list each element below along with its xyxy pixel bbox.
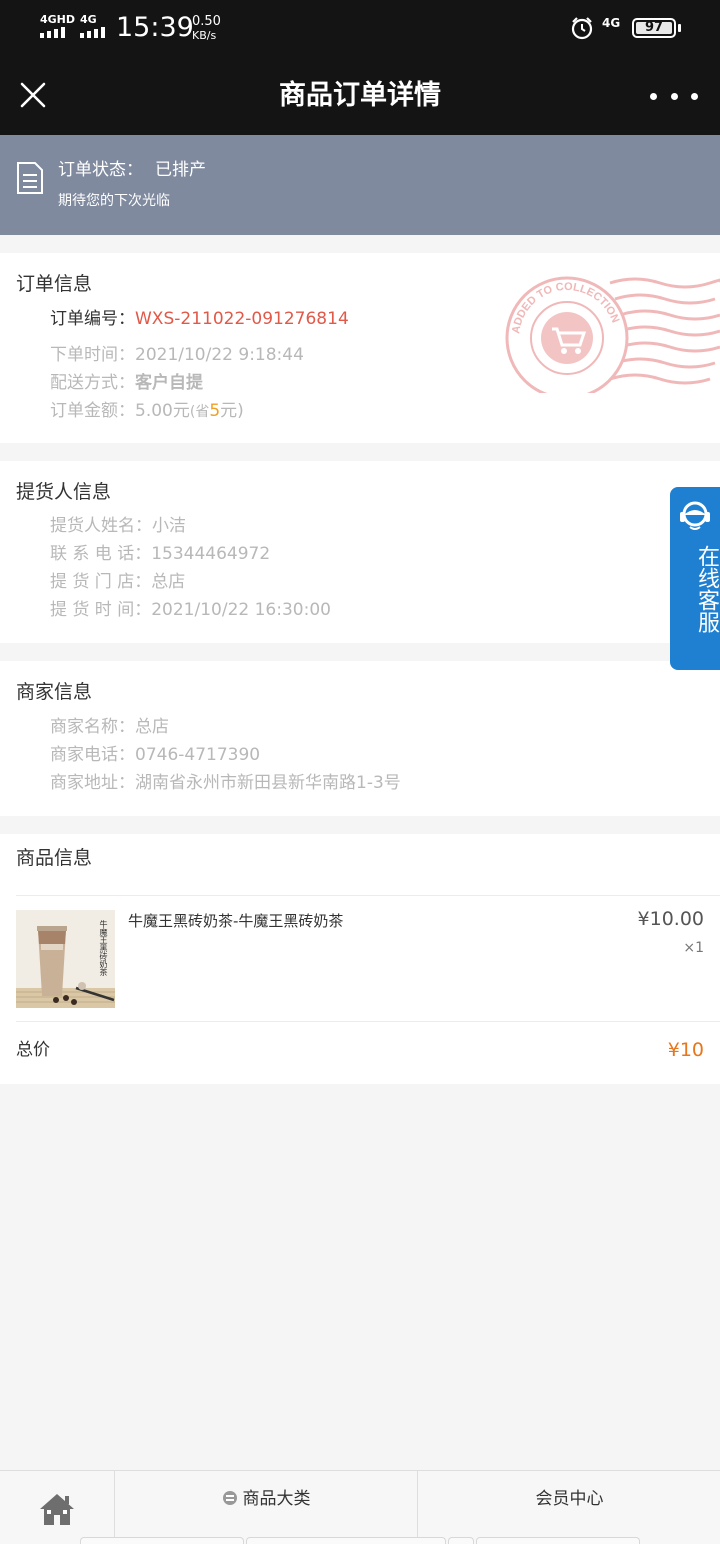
merchant-name-label: 商家名称： xyxy=(50,717,135,737)
pickup-name-label: 提货人姓名： xyxy=(50,516,152,536)
order-number-label: 订单编号： xyxy=(50,309,135,329)
save-suffix: 元) xyxy=(220,401,244,421)
delivery-label: 配送方式： xyxy=(50,373,135,393)
merchant-name-row: 商家名称：总店 xyxy=(50,716,169,738)
pickup-name: 小洁 xyxy=(152,516,186,536)
battery-icon: 97 xyxy=(632,18,676,38)
network-indicator-1: 4GHD xyxy=(40,13,76,26)
goods-info-title: 商品信息 xyxy=(16,847,93,869)
goods-price: ¥10.00 xyxy=(637,908,704,930)
category-button[interactable]: 商品大类 xyxy=(116,1471,418,1544)
merchant-address-label: 商家地址： xyxy=(50,773,135,793)
member-center-label: 会员中心 xyxy=(535,1489,604,1509)
pickup-store-label: 提 货 门 店： xyxy=(50,572,152,592)
collection-stamp: ADDED TO COLLECTION xyxy=(505,276,720,393)
total-value: ¥10 xyxy=(667,1039,704,1061)
category-icon xyxy=(222,1491,237,1505)
pickup-name-row: 提货人姓名：小洁 xyxy=(50,515,186,537)
order-status-value: 已排产 xyxy=(155,160,206,180)
speed-unit: KB/s xyxy=(192,29,217,42)
delivery-row: 配送方式：客户自提 xyxy=(50,372,203,394)
nav-bar: 商品订单详情 xyxy=(0,56,720,135)
bottom-nav: 商品大类 会员中心 xyxy=(0,1470,720,1544)
home-button[interactable] xyxy=(0,1471,115,1544)
online-service-button[interactable]: 在线客服 xyxy=(670,487,720,670)
signal-icon xyxy=(40,27,65,38)
pickup-store: 总店 xyxy=(151,572,186,592)
speed-value: 0.50 xyxy=(192,14,221,29)
order-amount-row: 订单金额：5.00元(省5元) xyxy=(50,400,244,423)
home-icon xyxy=(40,1494,74,1525)
goods-quantity: ×1 xyxy=(683,940,704,956)
battery-level: 97 xyxy=(644,20,664,35)
document-icon xyxy=(17,162,43,194)
submenu-tabs xyxy=(0,1537,720,1544)
online-service-label: 在线客服 xyxy=(694,545,719,633)
merchant-info-section: 商家信息 商家名称：总店 商家电话：0746-4717390 商家地址：湖南省永… xyxy=(0,661,720,816)
pickup-store-row: 提 货 门 店：总店 xyxy=(50,571,185,593)
order-status-subtitle: 期待您的下次光临 xyxy=(58,193,170,209)
order-time-label: 下单时间： xyxy=(50,345,135,365)
alarm-icon xyxy=(571,17,593,40)
save-amount: 5 xyxy=(209,401,221,421)
network-indicator-3: 4G xyxy=(602,16,621,30)
merchant-phone[interactable]: 0746-4717390 xyxy=(135,745,260,765)
goods-info-section: 商品信息 牛魔王黑砖奶茶 牛魔王黑砖奶茶-牛魔王黑砖奶茶 ¥10.00 ×1 总… xyxy=(0,834,720,1084)
save-prefix: (省 xyxy=(189,404,210,420)
merchant-phone-label: 商家电话： xyxy=(50,745,135,765)
signal-icon-2 xyxy=(80,27,105,38)
headset-icon xyxy=(680,501,710,530)
goods-image-caption: 牛魔王黑砖奶茶 xyxy=(99,920,108,976)
merchant-address: 湖南省永州市新田县新华南路1-3号 xyxy=(135,773,401,793)
order-amount: 5.00元 xyxy=(135,401,190,421)
clock: 15:39 xyxy=(116,12,194,43)
pickup-time: 2021/10/22 16:30:00 xyxy=(151,600,331,620)
merchant-name: 总店 xyxy=(135,717,169,737)
pickup-phone: 15344464972 xyxy=(151,544,271,564)
pickup-time-row: 提 货 时 间：2021/10/22 16:30:00 xyxy=(50,599,331,621)
more-icon[interactable] xyxy=(650,84,698,108)
order-amount-label: 订单金额： xyxy=(50,401,135,421)
category-label: 商品大类 xyxy=(242,1489,311,1509)
member-center-button[interactable]: 会员中心 xyxy=(419,1471,720,1544)
divider xyxy=(16,895,720,896)
divider xyxy=(16,1021,720,1022)
pickup-info-section: 提货人信息 提货人姓名：小洁 联 系 电 话：15344464972 提 货 门… xyxy=(0,461,720,643)
order-status-banner: 订单状态： 已排产 期待您的下次光临 xyxy=(0,135,720,235)
merchant-address-row: 商家地址：湖南省永州市新田县新华南路1-3号 xyxy=(50,772,401,794)
pickup-info-title: 提货人信息 xyxy=(16,481,112,503)
order-time-row: 下单时间：2021/10/22 9:18:44 xyxy=(50,344,304,366)
order-time: 2021/10/22 9:18:44 xyxy=(135,345,304,365)
network-indicator-2: 4G xyxy=(80,13,97,26)
merchant-phone-row: 商家电话：0746-4717390 xyxy=(50,744,260,766)
goods-name[interactable]: 牛魔王黑砖奶茶-牛魔王黑砖奶茶 xyxy=(128,910,343,932)
order-info-section: 订单信息 ADDED TO COLLECTION 订单编号：WXS-211022… xyxy=(0,253,720,443)
pickup-phone-row: 联 系 电 话：15344464972 xyxy=(50,543,270,565)
delivery-method: 客户自提 xyxy=(135,373,203,393)
total-label: 总价 xyxy=(16,1040,50,1060)
pickup-time-label: 提 货 时 间： xyxy=(50,600,152,620)
page-title: 商品订单详情 xyxy=(279,80,441,111)
order-number: WXS-211022-091276814 xyxy=(135,309,349,329)
close-icon[interactable] xyxy=(18,80,48,110)
merchant-info-title: 商家信息 xyxy=(16,681,93,703)
status-bar: 4GHD 4G 15:39 0.50 KB/s 4G 97 xyxy=(0,0,720,56)
goods-image[interactable]: 牛魔王黑砖奶茶 xyxy=(16,910,115,1008)
pickup-phone-label: 联 系 电 话： xyxy=(50,544,152,564)
order-status-label: 订单状态： xyxy=(58,160,143,180)
order-info-title: 订单信息 xyxy=(16,273,93,295)
order-number-row: 订单编号：WXS-211022-091276814 xyxy=(50,308,349,330)
